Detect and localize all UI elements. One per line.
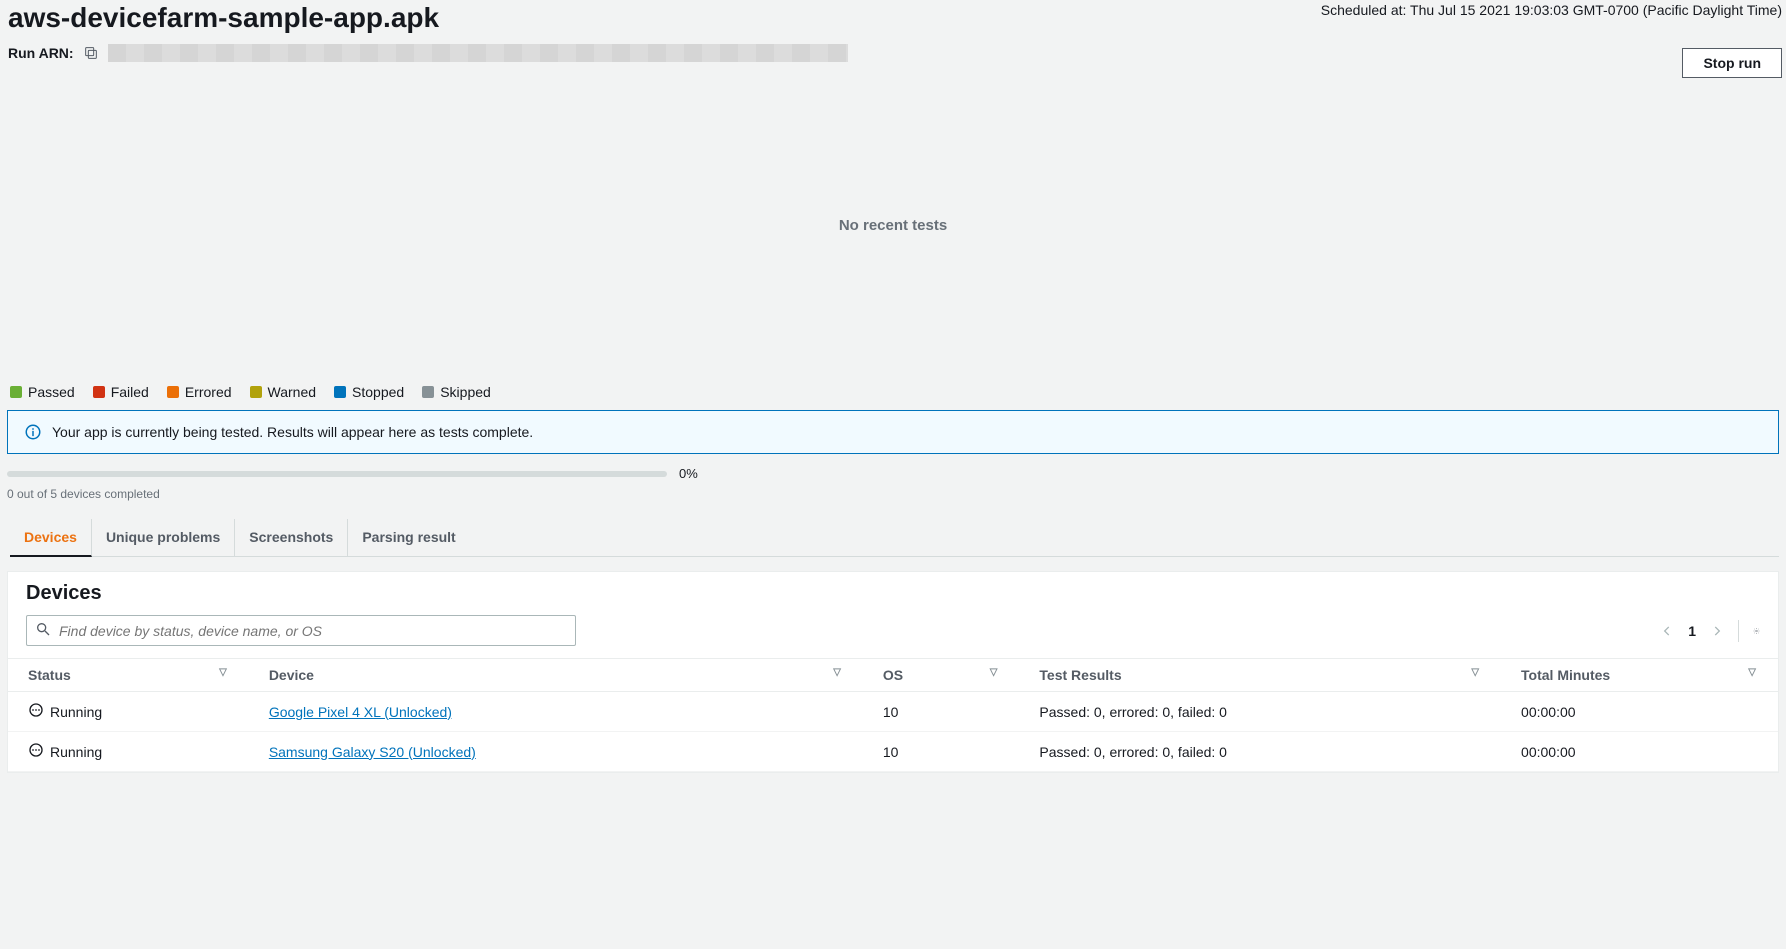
sort-icon: ▽ (990, 667, 998, 678)
progress-percent: 0% (679, 466, 698, 481)
sort-icon: ▽ (1471, 667, 1479, 678)
no-recent-tests-text: No recent tests (839, 217, 947, 234)
table-row: Running Samsung Galaxy S20 (Unlocked) 10… (8, 732, 1778, 772)
legend-failed: Failed (93, 384, 149, 400)
device-search-input[interactable] (59, 623, 567, 639)
run-arn-value (108, 44, 848, 62)
legend-skipped: Skipped (422, 384, 491, 400)
progress-devices-text: 0 out of 5 devices completed (4, 487, 1782, 519)
pager-prev[interactable] (1658, 622, 1676, 640)
sort-icon: ▽ (219, 667, 227, 678)
search-icon (35, 621, 51, 640)
legend-errored: Errored (167, 384, 232, 400)
info-banner-text: Your app is currently being tested. Resu… (52, 424, 533, 440)
results-cell: Passed: 0, errored: 0, failed: 0 (1019, 732, 1501, 772)
copy-arn-button[interactable] (82, 44, 100, 62)
tab-screenshots[interactable]: Screenshots (235, 519, 348, 557)
test-history-chart: No recent tests (4, 70, 1782, 380)
sort-icon: ▽ (833, 667, 841, 678)
tabs: Devices Unique problems Screenshots Pars… (10, 519, 1779, 557)
info-banner: Your app is currently being tested. Resu… (7, 410, 1779, 454)
results-cell: Passed: 0, errored: 0, failed: 0 (1019, 692, 1501, 732)
col-header-results[interactable]: Test Results▽ (1019, 659, 1501, 692)
page-title: aws-devicefarm-sample-app.apk (8, 2, 439, 34)
tab-devices[interactable]: Devices (10, 519, 92, 557)
os-cell: 10 (863, 732, 1020, 772)
tab-parsing-result[interactable]: Parsing result (348, 519, 469, 557)
os-cell: 10 (863, 692, 1020, 732)
col-header-device[interactable]: Device▽ (249, 659, 863, 692)
devices-panel-title: Devices (26, 582, 102, 605)
sort-icon: ▽ (1748, 667, 1756, 678)
device-search[interactable] (26, 615, 576, 646)
col-header-os[interactable]: OS▽ (863, 659, 1020, 692)
progress-bar (7, 471, 667, 477)
col-header-minutes[interactable]: Total Minutes▽ (1501, 659, 1778, 692)
table-row: Running Google Pixel 4 XL (Unlocked) 10 … (8, 692, 1778, 732)
table-settings-button[interactable] (1738, 620, 1760, 642)
col-header-status[interactable]: Status▽ (8, 659, 249, 692)
device-link[interactable]: Google Pixel 4 XL (Unlocked) (269, 704, 452, 720)
minutes-cell: 00:00:00 (1501, 692, 1778, 732)
legend-stopped: Stopped (334, 384, 404, 400)
pager-current-page: 1 (1688, 623, 1696, 639)
device-link[interactable]: Samsung Galaxy S20 (Unlocked) (269, 744, 476, 760)
stop-run-button[interactable]: Stop run (1682, 48, 1782, 78)
status-cell: Running (28, 702, 237, 721)
legend-warned: Warned (250, 384, 317, 400)
chart-legend: Passed Failed Errored Warned Stopped Ski… (4, 380, 1782, 410)
legend-passed: Passed (10, 384, 75, 400)
tab-unique-problems[interactable]: Unique problems (92, 519, 235, 557)
info-icon (24, 423, 42, 441)
running-icon (28, 742, 44, 761)
scheduled-at-label: Scheduled at: Thu Jul 15 2021 19:03:03 G… (1321, 2, 1782, 18)
devices-table: Status▽ Device▽ OS▽ Test Results▽ Total … (8, 658, 1778, 772)
run-arn-label: Run ARN: (8, 45, 74, 61)
devices-panel: Devices 1 Status▽ Devi (7, 571, 1779, 773)
pager-next[interactable] (1708, 622, 1726, 640)
running-icon (28, 702, 44, 721)
minutes-cell: 00:00:00 (1501, 732, 1778, 772)
status-cell: Running (28, 742, 237, 761)
